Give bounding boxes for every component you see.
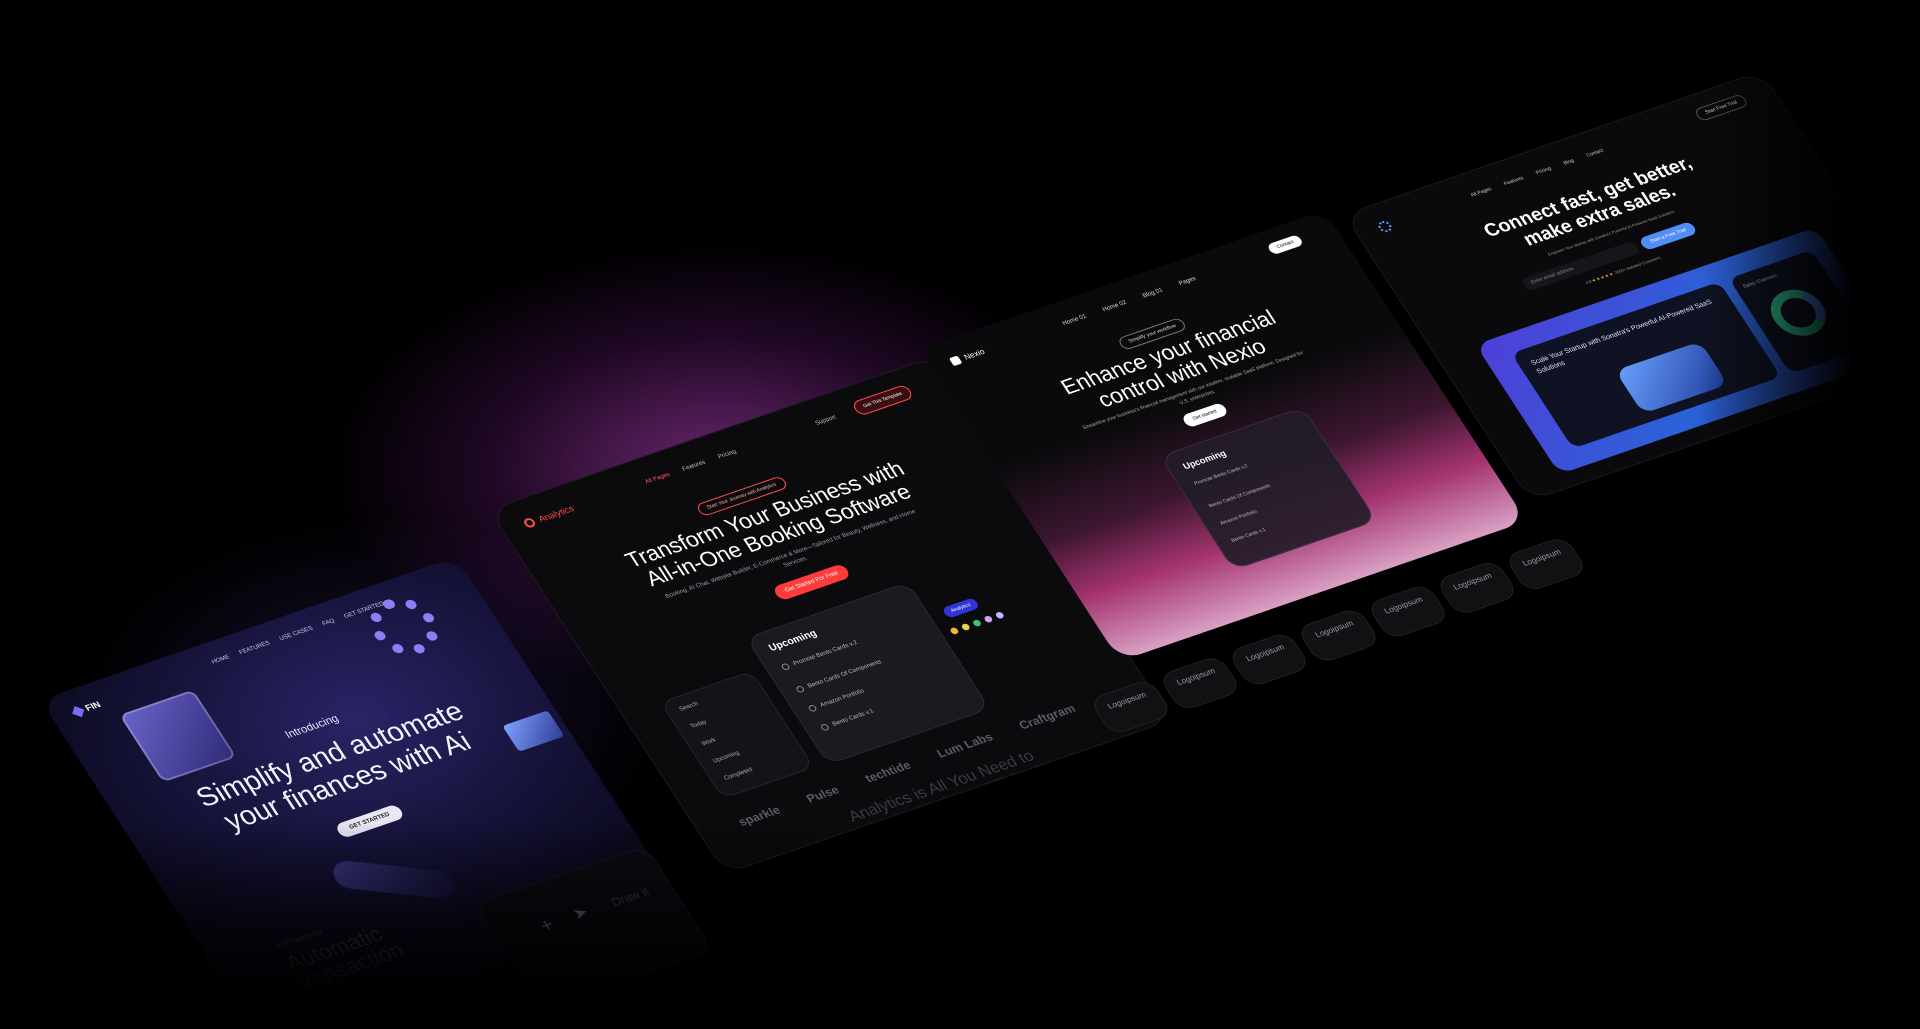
upcoming-card-title: Upcoming — [766, 628, 820, 654]
color-dot[interactable] — [983, 615, 994, 624]
sidebar-item-search[interactable]: Search — [678, 701, 699, 712]
cylinder-graphic — [332, 859, 455, 900]
nav-item-faq[interactable]: FAQ — [321, 618, 336, 627]
logoipsum-badge: Logoipsum — [1228, 631, 1311, 687]
task-row[interactable]: Amazon Portfolio — [807, 688, 865, 713]
nav-item-features[interactable]: Features — [681, 460, 707, 473]
sidebar-item-completed[interactable]: Completed — [723, 767, 754, 782]
dashboard-hero: Scale Your Startup with Sonatra's Powerf… — [1475, 227, 1901, 475]
task-row[interactable]: Bento Cards Of Components — [1208, 483, 1272, 509]
color-dot[interactable] — [994, 611, 1006, 620]
task-row[interactable]: Bento Cards Of Components — [794, 658, 883, 694]
logoipsum-badge: Logoipsum — [1159, 655, 1242, 711]
nexio-logo[interactable]: Nexio — [948, 347, 987, 367]
color-dot[interactable] — [949, 626, 960, 636]
sidebar-item-work[interactable]: Work — [701, 737, 718, 747]
nav-item-home[interactable]: HOME — [211, 654, 231, 665]
nexio-headline: Enhance your financial control with Nexi… — [1055, 305, 1281, 412]
circle-logo-icon — [522, 516, 538, 529]
checkbox-icon[interactable] — [780, 662, 791, 671]
start-free-trial-button[interactable]: Start Free Trial — [1693, 93, 1750, 122]
sidebar-item-upcoming[interactable]: Upcoming — [712, 750, 741, 764]
donut-chart-icon — [1760, 282, 1837, 343]
nav-item-blog[interactable]: Blog — [1562, 158, 1575, 166]
get-started-button[interactable]: GET STARTED — [334, 803, 406, 839]
logo-sparkle: sparkle — [735, 803, 784, 829]
analytics-tag: Analytics — [941, 597, 981, 619]
plus-icon[interactable]: + — [536, 914, 560, 938]
nav-item-pricing[interactable]: Pricing — [1535, 166, 1553, 176]
color-dot[interactable] — [971, 618, 983, 628]
diamond-icon — [71, 705, 84, 717]
upcoming-card-title: Upcoming — [1180, 448, 1229, 472]
get-template-button[interactable]: Get This Template — [850, 383, 915, 417]
analytics-headline: Transform Your Business with All-in-One … — [536, 428, 1007, 623]
logo-techtide: techtide — [862, 758, 914, 786]
nav-item-all-pages[interactable]: All Pages — [1470, 186, 1493, 198]
cursor-arrow-icon: ➤ — [569, 903, 592, 924]
n-logo-icon — [948, 355, 963, 367]
upcoming-card: Upcoming Promote Bento Cards v.2 Bento C… — [1160, 407, 1376, 570]
task-row[interactable]: Bento Cards v.1 — [819, 708, 876, 732]
nav-item-features[interactable]: Features — [1503, 175, 1525, 187]
contact-button[interactable]: Contact — [1266, 234, 1305, 256]
analytics-nav: All Pages Features Pricing — [644, 449, 738, 485]
analytics-logo[interactable]: Analytics — [522, 504, 576, 529]
color-dot[interactable] — [960, 622, 971, 632]
checkbox-icon[interactable] — [819, 723, 831, 732]
ring-graphic — [357, 589, 451, 664]
sales-channels-title: Sales Channels — [1741, 273, 1779, 290]
nav-item-home-01[interactable]: Home 01 — [1062, 314, 1088, 327]
nav-item-use-cases[interactable]: USE CASES — [279, 626, 315, 642]
free-trial-button[interactable]: Start a Free Trial — [1638, 220, 1699, 251]
logoipsum-badge: Logoipsum — [1435, 560, 1518, 616]
support-link[interactable]: Support — [814, 415, 837, 427]
nav-item-pricing[interactable]: Pricing — [717, 449, 738, 460]
logo-pulse: Pulse — [803, 782, 842, 806]
nav-item-contact[interactable]: Contact — [1585, 148, 1605, 159]
logoipsum-badge: Logoipsum — [1366, 584, 1449, 640]
fin-logo[interactable]: FIN — [71, 699, 103, 717]
nav-item-all-pages[interactable]: All Pages — [644, 472, 671, 485]
hero-card: Scale Your Startup with Sonatra's Powerf… — [1511, 281, 1782, 449]
task-row[interactable]: Amazon Portfolio — [1219, 509, 1258, 527]
logoipsum-badge: Logoipsum — [1504, 536, 1588, 592]
get-started-button[interactable]: Get started — [1180, 402, 1229, 429]
checkbox-icon[interactable] — [794, 685, 806, 694]
sidebar-item-today[interactable]: Today — [690, 720, 709, 730]
logo-craftgram: Craftgram — [1016, 701, 1079, 733]
bottom-card-text: Draw it — [608, 884, 652, 910]
task-row[interactable]: Promote Bento Cards v.2 — [1193, 463, 1249, 486]
abstract-shape-graphic — [1614, 341, 1729, 414]
dotted-logo-icon[interactable] — [1375, 219, 1394, 234]
showcase-stage: FIN HOME FEATURES USE CASES FAQ GET STAR… — [0, 0, 1920, 1029]
nav-item-blog-01[interactable]: Blog 01 — [1142, 287, 1165, 299]
nav-item-home-02[interactable]: Home 02 — [1102, 300, 1128, 313]
task-row[interactable]: Bento Cards v.1 — [1230, 527, 1267, 544]
checkbox-icon[interactable] — [807, 704, 818, 713]
logo-lum-labs: Lum Labs — [934, 729, 996, 761]
logoipsum-badge: Logoipsum — [1297, 608, 1380, 664]
nav-item-pages[interactable]: Pages — [1178, 276, 1197, 287]
fin-nav: HOME FEATURES USE CASES FAQ GET STARTED — [211, 601, 386, 665]
nav-item-features[interactable]: FEATURES — [238, 640, 271, 655]
stars-icon: ★★★★★ — [1590, 271, 1616, 283]
